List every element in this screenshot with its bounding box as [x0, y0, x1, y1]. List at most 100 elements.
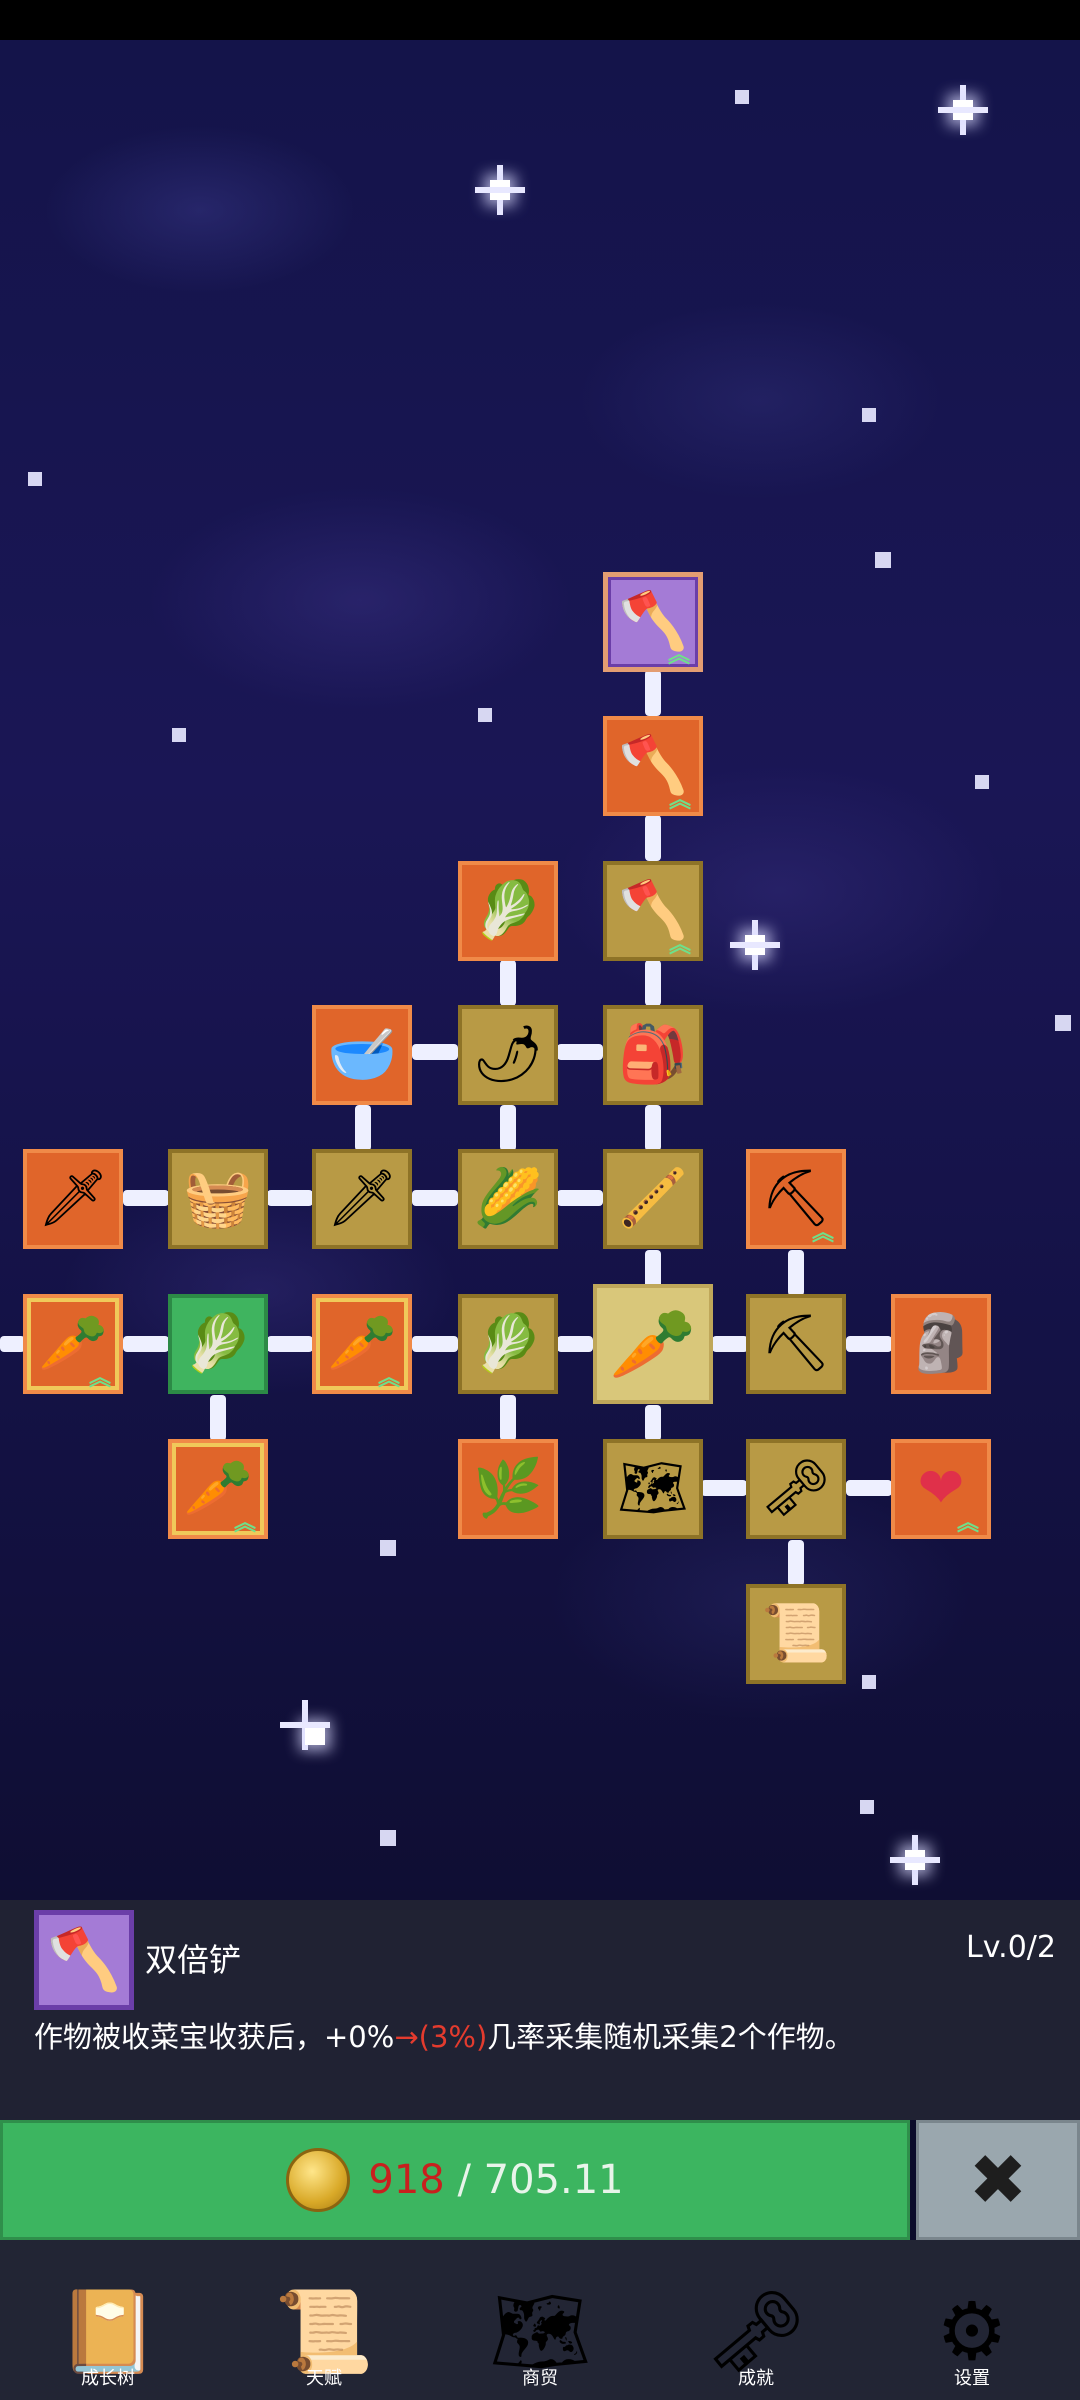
corn-node[interactable]: 🌽: [458, 1149, 558, 1249]
sack-node[interactable]: 🎒: [603, 1005, 703, 1105]
upgrade-arrow-icon: ︽: [668, 787, 691, 813]
tree-link: [500, 1105, 516, 1151]
nav-label: 设置: [954, 2368, 990, 2389]
tree-link: [412, 1044, 458, 1060]
statue-icon: 🗿: [906, 1311, 976, 1376]
nav-trade[interactable]: 🗺 商贸: [432, 2240, 648, 2400]
tree-link: [500, 1395, 516, 1441]
key-icon: 🗝: [705, 2285, 807, 2378]
tree-link: [412, 1336, 458, 1352]
sparkle-star: [280, 1700, 350, 1770]
shovel-node-2[interactable]: 🪓 ︽: [603, 716, 703, 816]
cabbage-node-2[interactable]: 🥬: [458, 1294, 558, 1394]
book-icon: 📔: [58, 2285, 158, 2378]
map-icon: 🗺: [617, 1456, 689, 1521]
tree-link: [701, 1480, 747, 1496]
leek-icon: 🌿: [473, 1456, 543, 1521]
sword-node-2[interactable]: 🗡: [312, 1149, 412, 1249]
chest-node[interactable]: 🧺: [168, 1149, 268, 1249]
bowl-icon: 🥣: [327, 1022, 397, 1087]
scroll-icon: 📜: [761, 1601, 831, 1666]
skill-detail-panel: [0, 1900, 1080, 2120]
tree-link: [557, 1044, 603, 1060]
nav-achievement[interactable]: 🗝 成就: [648, 2240, 864, 2400]
nav-growth-tree[interactable]: 📔 成长树: [0, 2240, 216, 2400]
tree-link: [355, 1105, 371, 1151]
star: [862, 408, 876, 422]
upgrade-arrow-icon: ︽: [667, 642, 690, 668]
tree-link: [557, 1190, 603, 1206]
star: [380, 1540, 396, 1556]
carrot-icon: 🥕: [183, 1456, 253, 1521]
heart-node[interactable]: ❤ ︽: [891, 1439, 991, 1539]
chili-node[interactable]: 🌶: [458, 1005, 558, 1105]
upgrade-arrow-icon: ︽: [811, 1220, 834, 1246]
shovel-icon: 🪓: [46, 1925, 122, 1995]
upgrade-button[interactable]: 918 / 705.11: [0, 2120, 910, 2240]
cabbage-icon: 🥬: [183, 1311, 253, 1376]
shovel-icon: 🪓: [618, 733, 688, 798]
sack-icon: 🎒: [618, 1022, 688, 1087]
nav-label: 天赋: [306, 2368, 342, 2389]
star: [735, 90, 749, 104]
carrot-node-3[interactable]: 🥕 ︽: [168, 1439, 268, 1539]
map-icon: 🗺: [489, 2285, 591, 2378]
flute-node[interactable]: 🪈: [603, 1149, 703, 1249]
carrot-node-1[interactable]: 🥕 ︽: [23, 1294, 123, 1394]
pickaxe-node-1[interactable]: ⛏ ︽: [746, 1149, 846, 1249]
tree-link: [267, 1190, 313, 1206]
coin-current: 918: [368, 2157, 445, 2203]
upgrade-arrow-icon: ︽: [88, 1365, 111, 1391]
nav-talent[interactable]: 📜 天赋: [216, 2240, 432, 2400]
close-icon: ✖: [968, 2139, 1028, 2221]
tree-link: [645, 1250, 661, 1288]
tree-link: [412, 1190, 458, 1206]
tree-link: [123, 1190, 169, 1206]
shovel-icon: 🪓: [618, 878, 688, 943]
radish-node[interactable]: 🥬: [458, 861, 558, 961]
double-shovel-node[interactable]: 🪓 ︽: [603, 572, 703, 672]
shovel-node-3[interactable]: 🪓 ︽: [603, 861, 703, 961]
tree-link: [557, 1336, 593, 1352]
scroll-icon: 📜: [274, 2285, 374, 2378]
carrot-icon: 🥕: [327, 1311, 397, 1376]
pickaxe-icon: ⛏: [760, 1311, 832, 1376]
tree-link: [645, 1105, 661, 1151]
cabbage-node-1[interactable]: 🥬: [168, 1294, 268, 1394]
star: [860, 1800, 874, 1814]
carrot-root-node[interactable]: 🥕: [593, 1284, 713, 1404]
bowl-node[interactable]: 🥣: [312, 1005, 412, 1105]
sword-icon: 🗡: [326, 1166, 398, 1231]
tree-link: [712, 1336, 748, 1352]
map-node[interactable]: 🗺: [603, 1439, 703, 1539]
star: [380, 1830, 396, 1846]
sword-node-1[interactable]: 🗡: [23, 1149, 123, 1249]
scroll-node[interactable]: 📜: [746, 1584, 846, 1684]
nav-label: 成就: [738, 2368, 774, 2389]
statue-node[interactable]: 🗿: [891, 1294, 991, 1394]
coin-required: 705.11: [483, 2157, 624, 2203]
tree-link: [645, 1405, 661, 1441]
key-node[interactable]: 🗝: [746, 1439, 846, 1539]
tree-link: [645, 670, 661, 716]
skill-level: Lv.0/2: [966, 1930, 1056, 1965]
radish-icon: 🥬: [473, 878, 543, 943]
bottom-nav: 📔 成长树 📜 天赋 🗺 商贸 🗝 成就 ⚙ 设置: [0, 2240, 1080, 2400]
flute-icon: 🪈: [618, 1166, 688, 1231]
star: [478, 708, 492, 722]
star: [172, 728, 186, 742]
desc-arrow: →: [394, 2020, 419, 2054]
close-button[interactable]: ✖: [916, 2120, 1080, 2240]
carrot-node-2[interactable]: 🥕 ︽: [312, 1294, 412, 1394]
leek-node[interactable]: 🌿: [458, 1439, 558, 1539]
nav-label: 成长树: [81, 2368, 135, 2389]
tree-link: [846, 1336, 892, 1352]
coin-icon: [286, 2148, 351, 2212]
upgrade-arrow-icon: ︽: [233, 1510, 256, 1536]
star: [862, 1675, 876, 1689]
pickaxe-node-2[interactable]: ⛏: [746, 1294, 846, 1394]
nav-settings[interactable]: ⚙ 设置: [864, 2240, 1080, 2400]
sword-icon: 🗡: [37, 1166, 109, 1231]
nav-label: 商贸: [522, 2368, 558, 2389]
tree-link: [210, 1395, 226, 1441]
